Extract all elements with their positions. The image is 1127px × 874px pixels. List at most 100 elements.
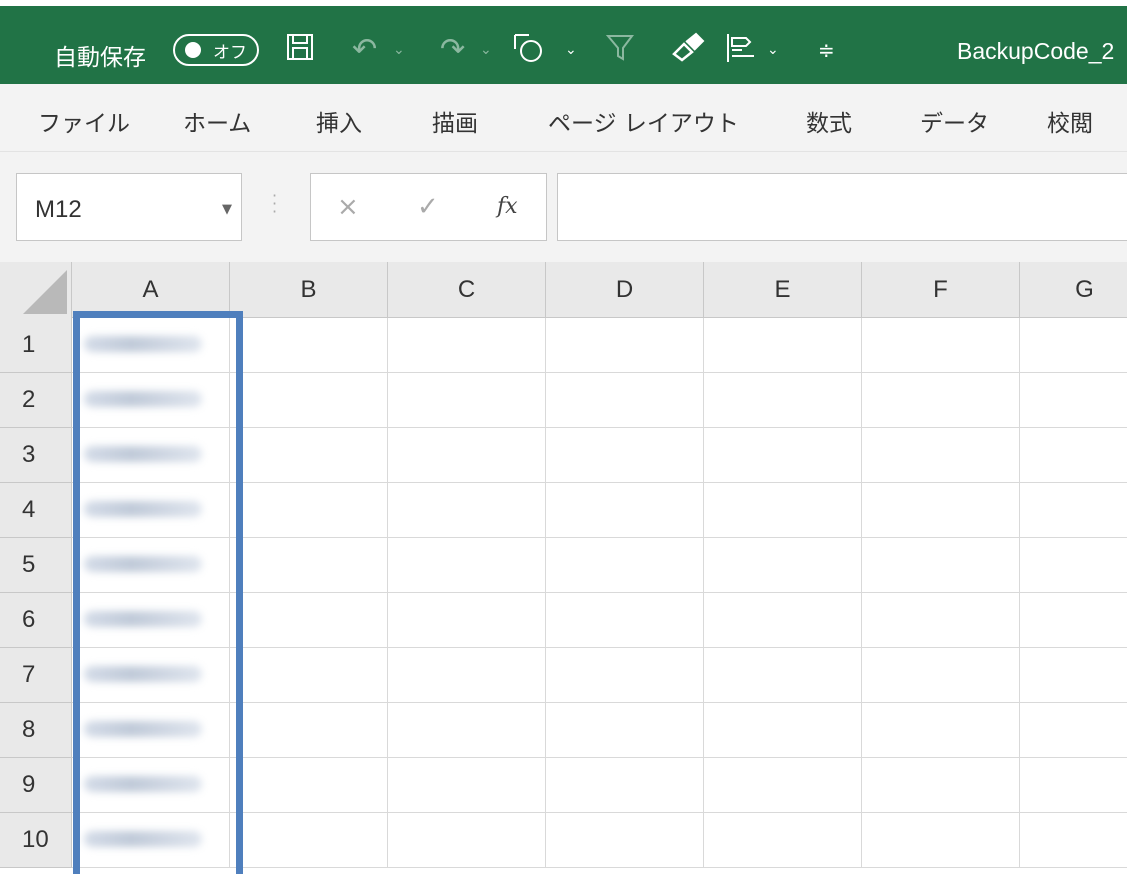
cell-b2[interactable] xyxy=(230,373,388,428)
cell-b7[interactable] xyxy=(230,648,388,703)
cell-g2[interactable] xyxy=(1020,373,1127,428)
tab-insert[interactable]: 挿入 xyxy=(316,104,362,138)
cell-c10[interactable] xyxy=(388,813,546,868)
cell-b5[interactable] xyxy=(230,538,388,593)
cell-b1[interactable] xyxy=(230,318,388,373)
cell-d8[interactable] xyxy=(546,703,704,758)
cell-g9[interactable] xyxy=(1020,758,1127,813)
chevron-down-icon[interactable]: ▼ xyxy=(222,202,232,217)
cell-e6[interactable] xyxy=(704,593,862,648)
cell-f5[interactable] xyxy=(862,538,1020,593)
cell-c7[interactable] xyxy=(388,648,546,703)
cell-g10[interactable] xyxy=(1020,813,1127,868)
cell-d3[interactable] xyxy=(546,428,704,483)
row-header-7[interactable]: 7 xyxy=(0,648,72,703)
autosave-toggle[interactable]: オフ xyxy=(173,34,259,66)
row-header-5[interactable]: 5 xyxy=(0,538,72,593)
customize-qat-icon[interactable]: ≑ xyxy=(818,38,835,62)
cell-a7[interactable] xyxy=(72,648,230,703)
cell-e3[interactable] xyxy=(704,428,862,483)
tab-file[interactable]: ファイル xyxy=(38,104,130,138)
redo-dropdown-icon[interactable]: ⌄ xyxy=(480,42,492,58)
tab-page-layout[interactable]: ページ レイアウト xyxy=(548,104,739,138)
cell-d10[interactable] xyxy=(546,813,704,868)
tab-data[interactable]: データ xyxy=(920,104,989,138)
cell-c6[interactable] xyxy=(388,593,546,648)
shape-dropdown-icon[interactable]: ⌄ xyxy=(565,42,577,58)
cell-a9[interactable] xyxy=(72,758,230,813)
row-header-10[interactable]: 10 xyxy=(0,813,72,868)
cell-f10[interactable] xyxy=(862,813,1020,868)
cell-c8[interactable] xyxy=(388,703,546,758)
row-header-1[interactable]: 1 xyxy=(0,318,72,373)
undo-dropdown-icon[interactable]: ⌄ xyxy=(393,42,405,58)
cell-g8[interactable] xyxy=(1020,703,1127,758)
cell-g4[interactable] xyxy=(1020,483,1127,538)
cell-f9[interactable] xyxy=(862,758,1020,813)
cell-a3[interactable] xyxy=(72,428,230,483)
cell-e10[interactable] xyxy=(704,813,862,868)
cell-g6[interactable] xyxy=(1020,593,1127,648)
column-header-e[interactable]: E xyxy=(704,262,862,318)
column-header-f[interactable]: F xyxy=(862,262,1020,318)
cell-a6[interactable] xyxy=(72,593,230,648)
cell-a10[interactable] xyxy=(72,813,230,868)
column-header-c[interactable]: C xyxy=(388,262,546,318)
cell-b6[interactable] xyxy=(230,593,388,648)
cell-b8[interactable] xyxy=(230,703,388,758)
select-all-button[interactable] xyxy=(0,262,72,318)
cell-a4[interactable] xyxy=(72,483,230,538)
column-header-a[interactable]: A xyxy=(72,262,230,318)
align-dropdown-icon[interactable]: ⌄ xyxy=(767,42,779,58)
filter-icon[interactable] xyxy=(605,32,637,73)
cell-g7[interactable] xyxy=(1020,648,1127,703)
cell-d4[interactable] xyxy=(546,483,704,538)
cell-c1[interactable] xyxy=(388,318,546,373)
tab-home[interactable]: ホーム xyxy=(183,104,251,138)
formula-input[interactable] xyxy=(557,173,1127,241)
cell-e8[interactable] xyxy=(704,703,862,758)
format-painter-icon[interactable] xyxy=(672,32,706,71)
tab-review[interactable]: 校閲 xyxy=(1047,104,1093,138)
cell-f7[interactable] xyxy=(862,648,1020,703)
column-header-g[interactable]: G xyxy=(1020,262,1127,318)
cell-d6[interactable] xyxy=(546,593,704,648)
cell-b4[interactable] xyxy=(230,483,388,538)
cell-e5[interactable] xyxy=(704,538,862,593)
undo-icon[interactable]: ↶ xyxy=(352,32,377,68)
row-header-6[interactable]: 6 xyxy=(0,593,72,648)
cell-d5[interactable] xyxy=(546,538,704,593)
shape-icon[interactable] xyxy=(512,32,546,73)
tab-formulas[interactable]: 数式 xyxy=(806,104,852,138)
cell-d7[interactable] xyxy=(546,648,704,703)
cell-f2[interactable] xyxy=(862,373,1020,428)
cell-e4[interactable] xyxy=(704,483,862,538)
tab-draw[interactable]: 描画 xyxy=(432,104,478,138)
row-header-9[interactable]: 9 xyxy=(0,758,72,813)
cell-c2[interactable] xyxy=(388,373,546,428)
cell-e1[interactable] xyxy=(704,318,862,373)
cell-f6[interactable] xyxy=(862,593,1020,648)
cell-e2[interactable] xyxy=(704,373,862,428)
cancel-icon[interactable]: × xyxy=(337,192,359,222)
cell-f8[interactable] xyxy=(862,703,1020,758)
cell-a8[interactable] xyxy=(72,703,230,758)
cell-g3[interactable] xyxy=(1020,428,1127,483)
row-header-3[interactable]: 3 xyxy=(0,428,72,483)
enter-icon[interactable]: ✓ xyxy=(417,192,439,222)
cell-f4[interactable] xyxy=(862,483,1020,538)
cell-f3[interactable] xyxy=(862,428,1020,483)
splitter-handle[interactable]: · · · xyxy=(272,188,277,220)
insert-function-icon[interactable]: fx xyxy=(497,194,518,219)
cell-c5[interactable] xyxy=(388,538,546,593)
cell-b10[interactable] xyxy=(230,813,388,868)
cell-e9[interactable] xyxy=(704,758,862,813)
align-icon[interactable] xyxy=(724,32,758,73)
column-header-d[interactable]: D xyxy=(546,262,704,318)
cell-b9[interactable] xyxy=(230,758,388,813)
cell-f1[interactable] xyxy=(862,318,1020,373)
cell-c3[interactable] xyxy=(388,428,546,483)
name-box[interactable]: M12 ▼ xyxy=(16,173,242,241)
row-header-8[interactable]: 8 xyxy=(0,703,72,758)
column-header-b[interactable]: B xyxy=(230,262,388,318)
